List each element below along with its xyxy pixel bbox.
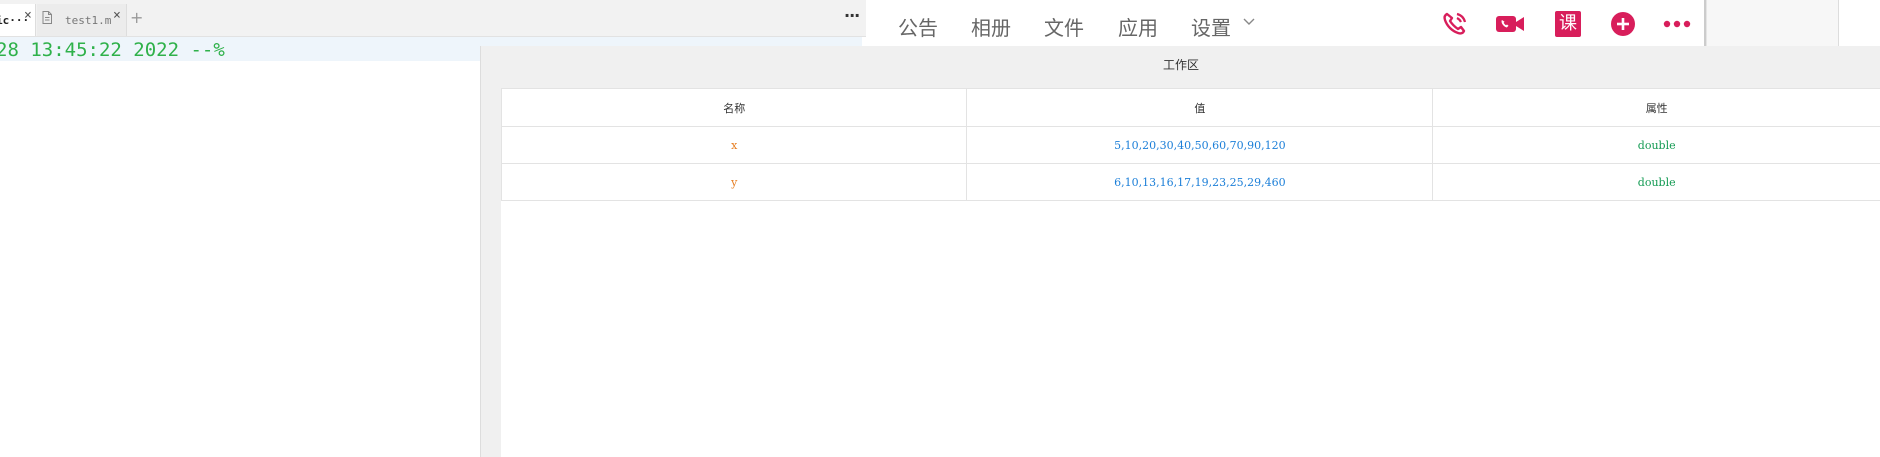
add-icon[interactable] [1607, 9, 1639, 39]
nav-album[interactable]: 相册 [971, 12, 1011, 41]
nav-apps[interactable]: 应用 [1118, 12, 1158, 41]
class-label: 课 [1555, 11, 1581, 37]
chat-toolbar: 公告 相册 文件 应用 设置 课 [866, 0, 1706, 46]
code-line: 28 13:45:22 2022 --% [0, 39, 225, 61]
workspace-panel: 工作区 名称 值 属性 x 5,10,20,30,40,50,60,70,90,… [480, 46, 1880, 457]
class-icon[interactable]: 课 [1552, 9, 1584, 39]
side-panel-edge [1838, 0, 1880, 46]
nav-announcement[interactable]: 公告 [898, 12, 938, 41]
variable-value: 5,10,20,30,40,50,60,70,90,120 [966, 126, 1434, 164]
table-header-row: 名称 值 属性 [500, 88, 1880, 127]
tab-label: test1.m [65, 13, 112, 27]
editor-tab-1[interactable]: ic··· × [0, 4, 36, 36]
video-call-icon[interactable] [1494, 9, 1526, 39]
nav-files[interactable]: 文件 [1044, 12, 1084, 41]
table-row[interactable]: x 5,10,20,30,40,50,60,70,90,120 double [500, 126, 1880, 164]
more-tabs-button[interactable]: ··· [844, 6, 860, 25]
column-header-value[interactable]: 值 [966, 88, 1434, 127]
variable-type: double [1432, 126, 1880, 164]
workspace-table-container: 名称 值 属性 x 5,10,20,30,40,50,60,70,90,120 … [500, 88, 1880, 457]
variable-type: double [1432, 163, 1880, 201]
add-tab-button[interactable]: + [130, 8, 143, 27]
variable-name: x [500, 126, 968, 164]
column-header-type[interactable]: 属性 [1432, 88, 1880, 127]
variable-name: y [500, 163, 968, 201]
table-row[interactable]: y 6,10,13,16,17,19,23,25,29,460 double [500, 163, 1880, 201]
editor-tab-bar: ic··· × test1.m × + ··· [0, 0, 866, 37]
chevron-down-icon[interactable] [1242, 14, 1256, 28]
variable-value: 6,10,13,16,17,19,23,25,29,460 [966, 163, 1434, 201]
phone-icon[interactable] [1439, 9, 1471, 39]
file-icon [42, 11, 52, 24]
variables-table: 名称 值 属性 x 5,10,20,30,40,50,60,70,90,120 … [500, 88, 1880, 201]
nav-settings[interactable]: 设置 [1191, 12, 1231, 41]
side-panel [1706, 0, 1841, 46]
column-header-name[interactable]: 名称 [500, 88, 968, 127]
close-icon[interactable]: × [113, 8, 121, 23]
close-icon[interactable]: × [24, 8, 32, 23]
workspace-title: 工作区 [1162, 58, 1199, 72]
more-icon[interactable] [1661, 9, 1693, 39]
